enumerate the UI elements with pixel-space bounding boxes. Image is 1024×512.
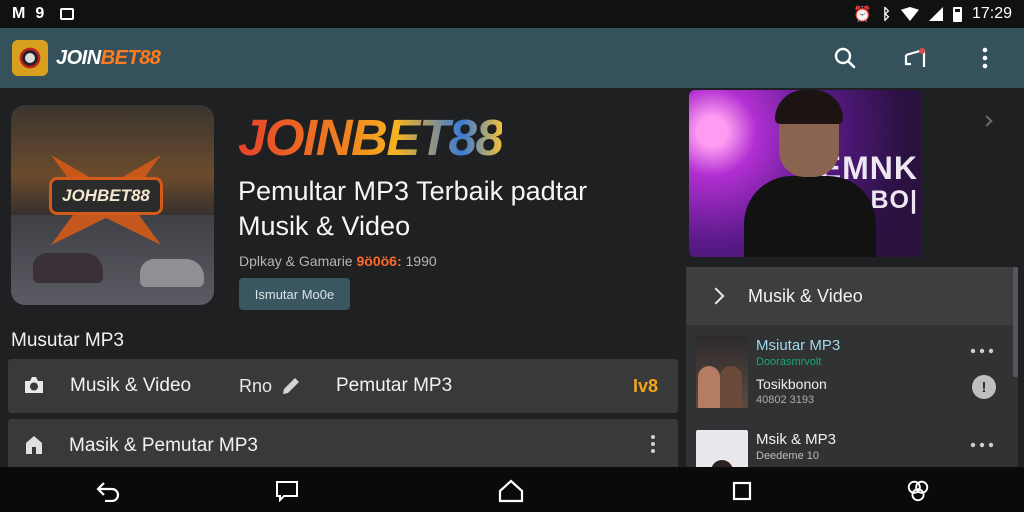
search-icon[interactable] [832,45,858,71]
side-list-item[interactable]: Msiutar MP3 Doorasmrvolt Tosikbonon 4080… [686,333,1018,423]
side-item-subtitle: Deedeme 10 [756,450,819,462]
thumb-figure [698,366,720,408]
app-title: JOINBET88 [56,46,161,70]
info-icon[interactable]: ! [972,375,996,399]
app-logo-icon[interactable] [12,40,48,76]
app-bar-actions [832,45,1012,71]
home-icon [22,433,48,459]
feature-image[interactable]: UEMNK BO| [689,90,922,257]
camera-icon [22,373,48,399]
signal-icon [928,7,943,21]
side-panel-scrollbar[interactable] [1013,267,1018,377]
side-panel-header[interactable]: Musik & Video [686,267,1018,325]
tab-icon[interactable] [274,478,300,504]
calendar-icon [60,8,75,20]
sim-icon: 9 [35,5,45,22]
person-body [744,176,876,257]
system-nav-bar [0,467,1024,512]
more-horiz-icon[interactable] [970,341,994,359]
hero-meta-prefix: Dplkay & Gamarie [239,253,353,269]
row-badge: Iv8 [632,375,658,396]
artwork-badge: JOHBET88 [49,177,163,215]
hero-artwork[interactable]: JOHBET88 [11,105,214,305]
artwork-car-left [33,253,103,283]
side-item-title: Msik & MP3 [756,431,837,448]
more-vert-icon[interactable] [650,434,656,459]
app-title-part-white: JOIN [56,46,101,69]
screen: M 9 ⏰ ᛒ 17:29 JOINBET88 JOHBET88 JOINBET… [0,0,1024,512]
hero-meta: Dplkay & Gamarie 9ö0ö6: 1990 [239,253,437,269]
back-icon[interactable] [95,478,121,504]
alarm-icon: ⏰ [853,6,872,23]
cast-icon[interactable] [902,45,928,71]
side-item-subtitle: Doorasmrvolt [756,356,822,368]
list-row-musik-video[interactable]: Musik & Video Rno Pemutar MP3 Iv8 [8,359,678,413]
person-hair [775,90,843,124]
side-panel-header-label: Musik & Video [748,285,863,306]
row-label: Masik & Pemutar MP3 [69,435,258,456]
row-tertiary-label: Pemutar MP3 [336,375,453,396]
row-label: Musik & Video [70,375,192,396]
hero-meta-suffix: 1990 [405,253,437,269]
assistant-icon[interactable] [905,478,931,504]
thumb-figure [720,366,742,408]
hero-action-button[interactable]: Ismutar Mo0e [239,278,350,310]
artwork-car-right [140,259,204,287]
row-secondary-label: Rno [239,375,273,396]
home-icon[interactable] [498,478,524,504]
chevron-right-icon [707,287,725,305]
bluetooth-icon: ᛒ [881,5,891,23]
side-item-title: Msiutar MP3 [756,337,841,354]
status-bar: M 9 ⏰ ᛒ 17:29 [0,0,1024,28]
side-panel: Musik & Video Msiutar MP3 Doorasmrvolt T… [686,267,1018,502]
mail-icon: M [12,5,26,22]
status-time: 17:29 [971,5,1012,22]
wifi-icon [900,7,919,21]
app-title-part-orange: BET88 [100,46,161,69]
hero-meta-highlight: 9ö0ö6: [356,253,402,269]
side-item-line3: 40802 3193 [756,394,815,406]
section-title: Musutar MP3 [11,330,124,351]
more-horiz-icon[interactable] [970,435,994,453]
recents-icon[interactable] [729,478,755,504]
app-bar: JOINBET88 [0,28,1024,88]
pencil-icon[interactable] [280,375,302,402]
side-item-thumbnail [696,336,748,408]
battery-icon [952,6,962,22]
hero-title: Pemultar MP3 Terbaik padtar Musik & Vide… [238,176,588,241]
list-row-masik-pemutar[interactable]: Masik & Pemutar MP3 [8,419,678,473]
side-item-line2: Tosikbonon [756,376,827,392]
hero-brand-text: JOINBET88 [238,109,504,166]
more-vert-icon[interactable] [972,45,998,71]
chevron-right-icon[interactable] [981,115,993,127]
status-left: M 9 [12,5,75,23]
status-right: ⏰ ᛒ 17:29 [853,5,1012,23]
